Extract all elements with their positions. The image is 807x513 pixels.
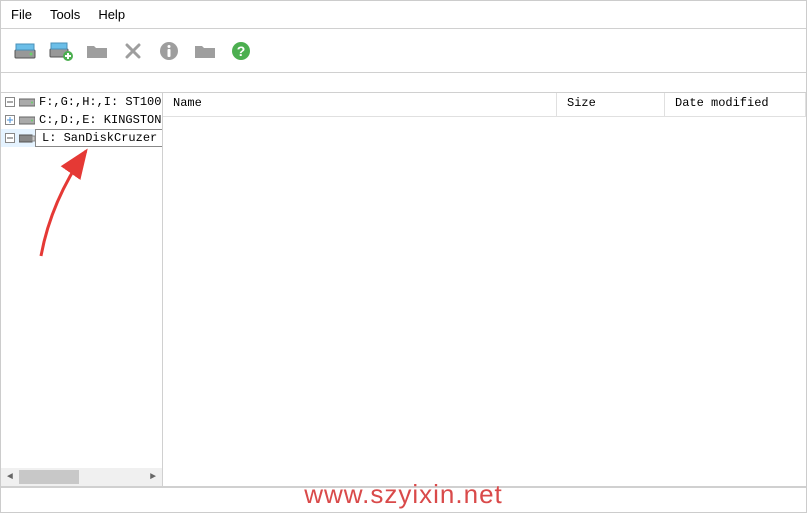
usb-icon xyxy=(19,132,35,144)
column-header-size[interactable]: Size xyxy=(557,93,665,116)
main-panes: F:,G:,H:,I: ST100 C:,D:,E: KINGSTON L: S… xyxy=(1,93,806,487)
folder-button[interactable] xyxy=(83,37,111,65)
drive-item[interactable]: C:,D:,E: KINGSTON xyxy=(1,111,162,129)
close-button[interactable] xyxy=(119,37,147,65)
menu-tools[interactable]: Tools xyxy=(50,7,80,22)
menu-help[interactable]: Help xyxy=(98,7,125,22)
expand-icon[interactable] xyxy=(5,97,15,107)
menu-file[interactable]: File xyxy=(11,7,32,22)
drive-item[interactable]: F:,G:,H:,I: ST100 xyxy=(1,93,162,111)
open-drive-button[interactable] xyxy=(11,37,39,65)
drive-label: C:,D:,E: KINGSTON xyxy=(39,113,161,127)
scroll-thumb[interactable] xyxy=(19,470,79,484)
folder-icon xyxy=(86,42,108,60)
scroll-track[interactable] xyxy=(19,468,144,486)
scroll-right-button[interactable]: ► xyxy=(144,468,162,486)
toolbar: ? xyxy=(1,29,806,73)
expand-icon[interactable] xyxy=(5,133,15,143)
help-button[interactable]: ? xyxy=(227,37,255,65)
drive-plus-icon xyxy=(49,41,73,61)
help-icon: ? xyxy=(231,41,251,61)
column-header-date[interactable]: Date modified xyxy=(665,93,806,116)
add-drive-button[interactable] xyxy=(47,37,75,65)
hdd-icon xyxy=(19,114,35,126)
drive-icon xyxy=(14,42,36,60)
close-icon xyxy=(124,42,142,60)
scroll-left-button[interactable]: ◄ xyxy=(1,468,19,486)
horizontal-scrollbar[interactable]: ◄ ► xyxy=(1,468,162,486)
file-list-header: Name Size Date modified xyxy=(163,93,806,117)
expand-plus-icon[interactable] xyxy=(5,115,15,125)
drive-tooltip: L: SanDiskCruzer Blade (USB-Disk) xyxy=(35,129,163,147)
folder-icon xyxy=(194,42,216,60)
info-icon xyxy=(159,41,179,61)
watermark: www.szyixin.net xyxy=(304,479,503,510)
hdd-icon xyxy=(19,96,35,108)
column-header-name[interactable]: Name xyxy=(163,93,557,116)
menubar: File Tools Help xyxy=(1,1,806,29)
folder2-button[interactable] xyxy=(191,37,219,65)
spacer xyxy=(1,73,806,93)
svg-text:?: ? xyxy=(237,43,246,59)
info-button[interactable] xyxy=(155,37,183,65)
drive-tree-pane: F:,G:,H:,I: ST100 C:,D:,E: KINGSTON L: S… xyxy=(1,93,163,486)
drive-label: F:,G:,H:,I: ST100 xyxy=(39,95,161,109)
file-list-pane: Name Size Date modified xyxy=(163,93,806,486)
